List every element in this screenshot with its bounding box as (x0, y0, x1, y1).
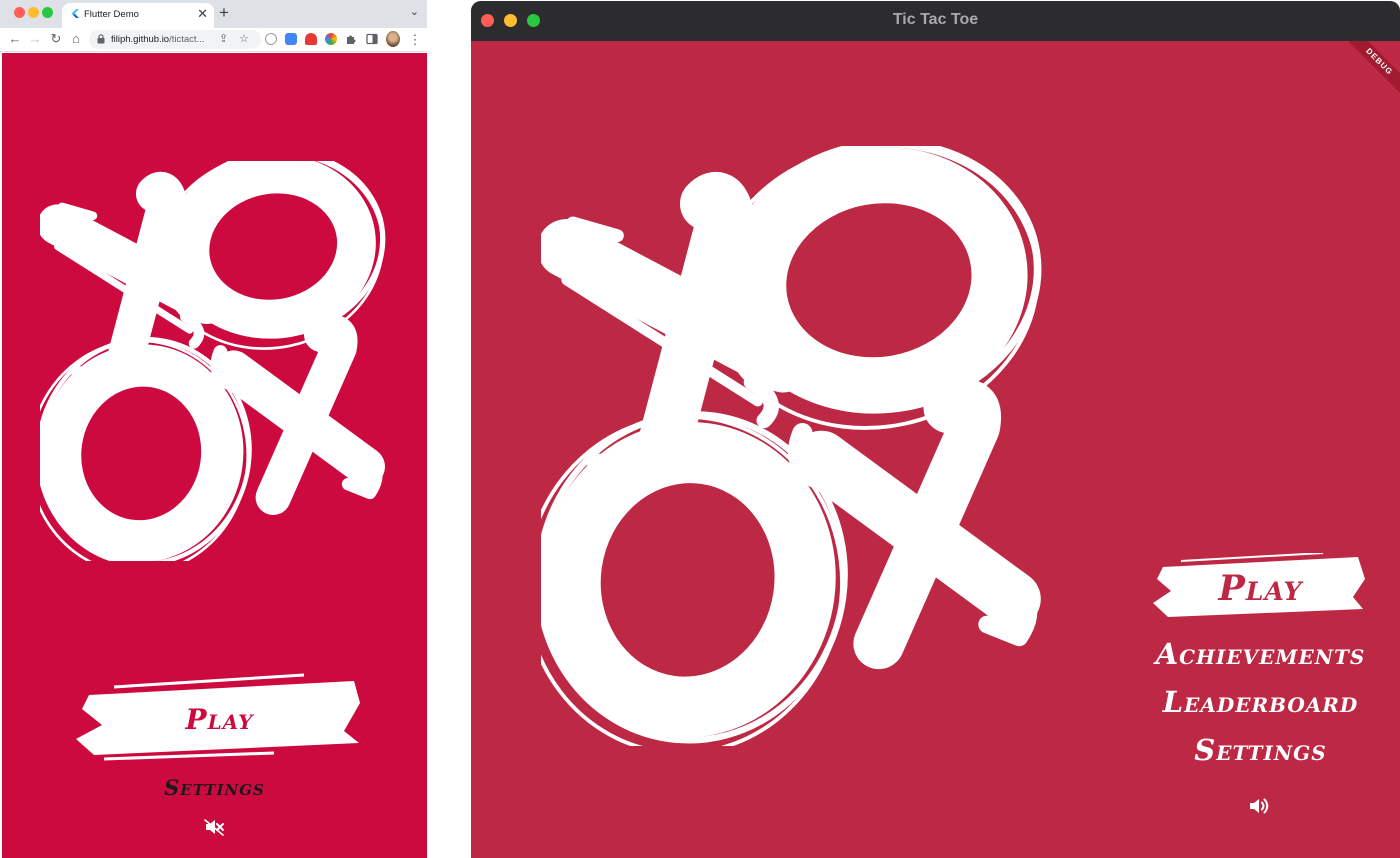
extension-clock-icon[interactable] (265, 33, 277, 45)
address-bar[interactable]: filiph.github.io/tictact... ⇪ ☆ (89, 30, 261, 49)
tab-search-icon[interactable]: ⌄ (410, 5, 419, 18)
side-panel-icon[interactable] (366, 33, 378, 45)
xo-logo (40, 161, 392, 561)
new-tab-button[interactable]: + (219, 3, 229, 23)
url-text: filiph.github.io/tictact... (111, 34, 213, 45)
back-icon[interactable]: ← (8, 31, 22, 47)
url-host: filiph.github.io (111, 34, 170, 45)
close-tab-icon[interactable]: ✕ (197, 7, 208, 20)
browser-toolbar: ← → ↻ ⌂ filiph.github.io/tictact... ⇪ ☆ … (0, 28, 427, 52)
window-title: Tic Tac Toe (892, 11, 979, 28)
tab-flutter-demo[interactable]: Flutter Demo ✕ (62, 3, 214, 28)
xo-logo (541, 146, 1051, 746)
url-path: /tictact... (169, 34, 205, 45)
browser-window: Flutter Demo ✕ + ⌄ ← → ↻ ⌂ filiph.github… (0, 0, 427, 858)
maximize-window-button[interactable] (42, 7, 53, 18)
extension-color-icon[interactable] (325, 33, 337, 45)
extension-car-icon[interactable] (305, 33, 317, 45)
flutter-icon (71, 9, 79, 18)
web-app-viewport: Play Settings (2, 53, 427, 858)
desktop-app-window: Tic Tac Toe DEBUG Play Achievements Lead… (471, 1, 1400, 858)
window-title-bar: Tic Tac Toe (471, 1, 1400, 41)
play-button[interactable]: Play (1153, 568, 1368, 609)
avatar[interactable] (386, 31, 400, 47)
sound-muted-icon[interactable] (202, 817, 226, 837)
play-button[interactable]: Play (77, 703, 362, 736)
minimize-window-button[interactable] (28, 7, 39, 18)
extension-lab-icon[interactable] (285, 33, 297, 45)
sound-on-icon[interactable] (1247, 795, 1271, 817)
leaderboard-button[interactable]: Leaderboard (1143, 685, 1378, 719)
forward-icon[interactable]: → (28, 31, 42, 47)
bookmark-star-icon[interactable]: ☆ (239, 32, 249, 45)
tab-strip: Flutter Demo ✕ + ⌄ (0, 0, 427, 28)
close-window-button[interactable] (14, 7, 25, 18)
tab-title: Flutter Demo (84, 9, 139, 20)
extensions-puzzle-icon[interactable] (345, 33, 357, 45)
settings-button[interactable]: Settings (1143, 733, 1378, 767)
desktop-app-viewport: DEBUG Play Achievements Leaderboard Sett… (471, 41, 1400, 858)
lock-icon (97, 34, 105, 44)
browser-menu-icon[interactable]: ⋮ (408, 32, 422, 48)
reload-icon[interactable]: ↻ (49, 31, 63, 47)
settings-button[interactable]: Settings (102, 775, 327, 800)
achievements-button[interactable]: Achievements (1143, 637, 1378, 671)
home-icon[interactable]: ⌂ (69, 31, 83, 47)
share-icon[interactable]: ⇪ (219, 32, 228, 45)
debug-banner: DEBUG (1335, 41, 1400, 106)
